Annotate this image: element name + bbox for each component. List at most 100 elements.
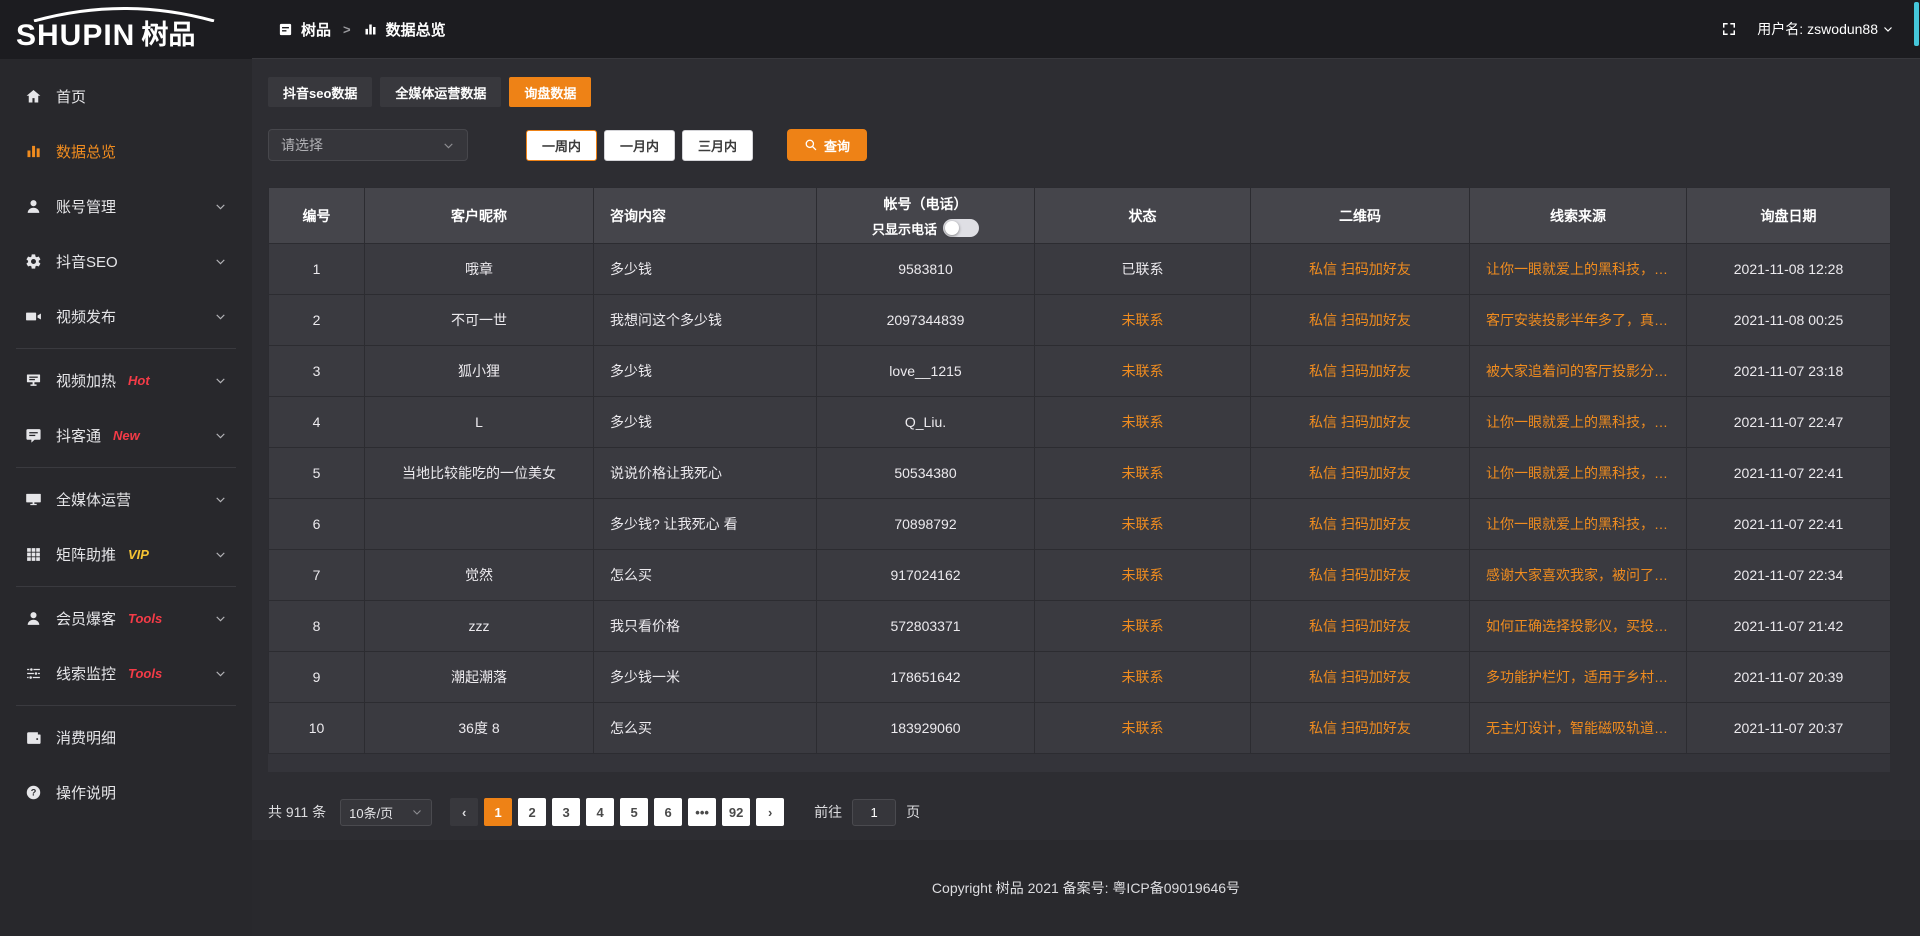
cell-content: 多少钱 [594,346,817,397]
hot-badge: Hot [128,373,150,388]
next-page-button[interactable]: › [756,798,784,826]
breadcrumb-root[interactable]: 树品 [301,19,331,40]
range-quarter-button[interactable]: 三月内 [682,130,753,161]
cell-no: 4 [269,397,365,448]
sidebar-item-consumption-detail[interactable]: 消费明细 [0,710,252,765]
breadcrumb-current: 数据总览 [386,19,446,40]
page-button[interactable]: 4 [586,798,614,826]
tools-badge: Tools [128,666,162,681]
cell-nickname [365,499,594,550]
cell-nickname: zzz [365,601,594,652]
cell-date: 2021-11-07 22:47 [1687,397,1891,448]
page-size-select[interactable]: 10条/页 [340,799,432,826]
cell-source-link[interactable]: 无主灯设计，智能磁吸轨道灯... [1470,703,1687,754]
cell-source-link[interactable]: 感谢大家喜欢我家，被问了好... [1470,550,1687,601]
cell-status: 未联系 [1035,652,1251,703]
cell-qrcode-link[interactable]: 私信 扫码加好友 [1251,448,1470,499]
sidebar-item-member-burst[interactable]: 会员爆客 Tools [0,591,252,646]
cell-content: 多少钱? 让我死心 看 [594,499,817,550]
cell-qrcode-link[interactable]: 私信 扫码加好友 [1251,244,1470,295]
cell-account: 183929060 [817,703,1035,754]
sidebar-item-label: 操作说明 [56,782,116,803]
cell-content: 怎么买 [594,550,817,601]
sidebar-item-label: 数据总览 [56,141,116,162]
sidebar-item-home[interactable]: 首页 [0,69,252,124]
page-button[interactable]: ••• [688,798,716,826]
consumption-icon [25,729,42,746]
cell-qrcode-link[interactable]: 私信 扫码加好友 [1251,601,1470,652]
sidebar: 首页 数据总览 账号管理 抖音SEO 视频发布 视频加热 Hot [0,59,252,936]
range-month-button[interactable]: 一月内 [604,130,675,161]
sidebar-item-data-overview[interactable]: 数据总览 [0,124,252,179]
cell-qrcode-link[interactable]: 私信 扫码加好友 [1251,703,1470,754]
cell-source-link[interactable]: 多功能护栏灯，适用于乡村文... [1470,652,1687,703]
member-icon [25,610,42,627]
goto-page-input[interactable] [852,799,896,826]
cell-source-link[interactable]: 让你一眼就爱上的黑科技，能... [1470,244,1687,295]
cell-status: 未联系 [1035,703,1251,754]
sidebar-item-label: 矩阵助推 [56,544,116,565]
copyright-text: Copyright 树品 2021 备案号: 粤ICP备09019646号 [932,878,1240,898]
sidebar-item-douketong[interactable]: 抖客通 New [0,408,252,463]
chat-bubble-icon [25,427,42,444]
range-week-button[interactable]: 一周内 [526,130,597,161]
cell-source-link[interactable]: 被大家追着问的客厅投影分享... [1470,346,1687,397]
chevron-down-icon [1882,23,1894,35]
user-menu[interactable]: 用户名: zswodun88 [1757,19,1894,39]
cell-qrcode-link[interactable]: 私信 扫码加好友 [1251,295,1470,346]
page-button[interactable]: 6 [654,798,682,826]
cell-content: 说说价格让我死心 [594,448,817,499]
sidebar-item-clue-monitor[interactable]: 线索监控 Tools [0,646,252,701]
prev-page-button[interactable]: ‹ [450,798,478,826]
pager-pages: 123456•••92 [478,798,750,826]
sidebar-item-help[interactable]: ? 操作说明 [0,765,252,820]
matrix-icon [25,546,42,563]
cell-no: 3 [269,346,365,397]
page-button[interactable]: 1 [484,798,512,826]
chevron-down-icon [214,429,227,442]
cell-source-link[interactable]: 客厅安装投影半年多了，真实... [1470,295,1687,346]
sidebar-item-matrix-boost[interactable]: 矩阵助推 VIP [0,527,252,582]
cell-nickname: L [365,397,594,448]
page-button[interactable]: 3 [552,798,580,826]
page-button[interactable]: 92 [722,798,750,826]
cell-source-link[interactable]: 如何正确选择投影仪，买投影... [1470,601,1687,652]
logo-text-en: SHUPIN [16,22,135,49]
table-header-row: 编号 客户昵称 咨询内容 帐号（电话） 只显示电话 [269,188,1891,244]
cell-qrcode-link[interactable]: 私信 扫码加好友 [1251,499,1470,550]
fullscreen-icon[interactable] [1721,21,1737,37]
cell-source-link[interactable]: 让你一眼就爱上的黑科技，能... [1470,499,1687,550]
logo: SHUPIN 树品 [0,0,252,59]
breadcrumb-separator: > [343,22,351,37]
logo-text-cn: 树品 [141,22,195,49]
chevron-down-icon [214,612,227,625]
sidebar-item-account[interactable]: 账号管理 [0,179,252,234]
table-row: 1 哦章 多少钱 9583810 已联系 私信 扫码加好友 让你一眼就爱上的黑科… [269,244,1891,295]
search-button[interactable]: 查询 [787,129,867,161]
page-button[interactable]: 5 [620,798,648,826]
cell-qrcode-link[interactable]: 私信 扫码加好友 [1251,550,1470,601]
tab-media-operation-data[interactable]: 全媒体运营数据 [380,77,501,107]
sidebar-item-video-publish[interactable]: 视频发布 [0,289,252,344]
sidebar-item-douyin-seo[interactable]: 抖音SEO [0,234,252,289]
sidebar-item-label: 会员爆客 [56,608,116,629]
cell-qrcode-link[interactable]: 私信 扫码加好友 [1251,346,1470,397]
cell-source-link[interactable]: 让你一眼就爱上的黑科技，能... [1470,397,1687,448]
cell-source-link[interactable]: 让你一眼就爱上的黑科技，能... [1470,448,1687,499]
account-select[interactable]: 请选择 [268,129,468,161]
cell-content: 多少钱一米 [594,652,817,703]
cell-qrcode-link[interactable]: 私信 扫码加好友 [1251,397,1470,448]
scrollbar-thumb[interactable] [1914,2,1919,46]
cell-status: 未联系 [1035,346,1251,397]
cell-qrcode-link[interactable]: 私信 扫码加好友 [1251,652,1470,703]
cell-no: 1 [269,244,365,295]
search-button-label: 查询 [824,136,850,155]
tab-inquiry-data[interactable]: 询盘数据 [509,77,591,107]
filter-bar: 请选择 一周内 一月内 三月内 查询 [268,129,1890,161]
sidebar-item-video-heat[interactable]: 视频加热 Hot [0,353,252,408]
tab-douyin-seo-data[interactable]: 抖音seo数据 [268,77,372,107]
sidebar-item-media-operation[interactable]: 全媒体运营 [0,472,252,527]
phone-only-toggle[interactable] [943,219,979,237]
page-button[interactable]: 2 [518,798,546,826]
breadcrumb: 树品 > 数据总览 [278,19,446,40]
